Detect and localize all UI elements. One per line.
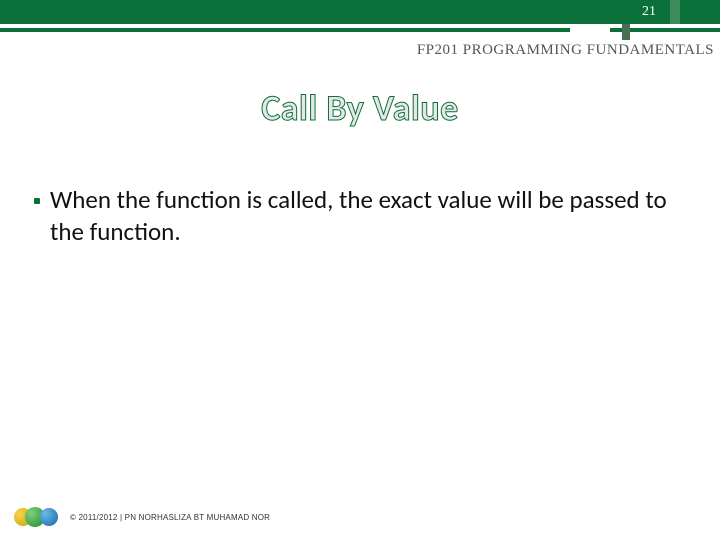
footer: © 2011/2012 | PN NORHASLIZA BT MUHAMAD N…	[14, 504, 706, 530]
bullet-item: When the function is called, the exact v…	[34, 184, 680, 248]
header-rule	[0, 28, 720, 32]
copyright-text: © 2011/2012 | PN NORHASLIZA BT MUHAMAD N…	[70, 513, 270, 522]
course-title: FP201 PROGRAMMING FUNDAMENTALS	[417, 42, 714, 59]
bullet-marker	[34, 198, 40, 204]
content-area: When the function is called, the exact v…	[34, 184, 680, 248]
slide-title: Call By Value	[0, 86, 720, 130]
slide: 21 FP201 PROGRAMMING FUNDAMENTALS Call B…	[0, 0, 720, 540]
bullet-text: When the function is called, the exact v…	[50, 184, 680, 248]
page-number: 21	[634, 0, 664, 24]
header-bar	[0, 0, 720, 24]
header-rule-gap	[570, 28, 610, 32]
header-rule-stub	[622, 24, 630, 40]
logo-icon	[14, 504, 60, 530]
header-accent	[670, 0, 680, 24]
